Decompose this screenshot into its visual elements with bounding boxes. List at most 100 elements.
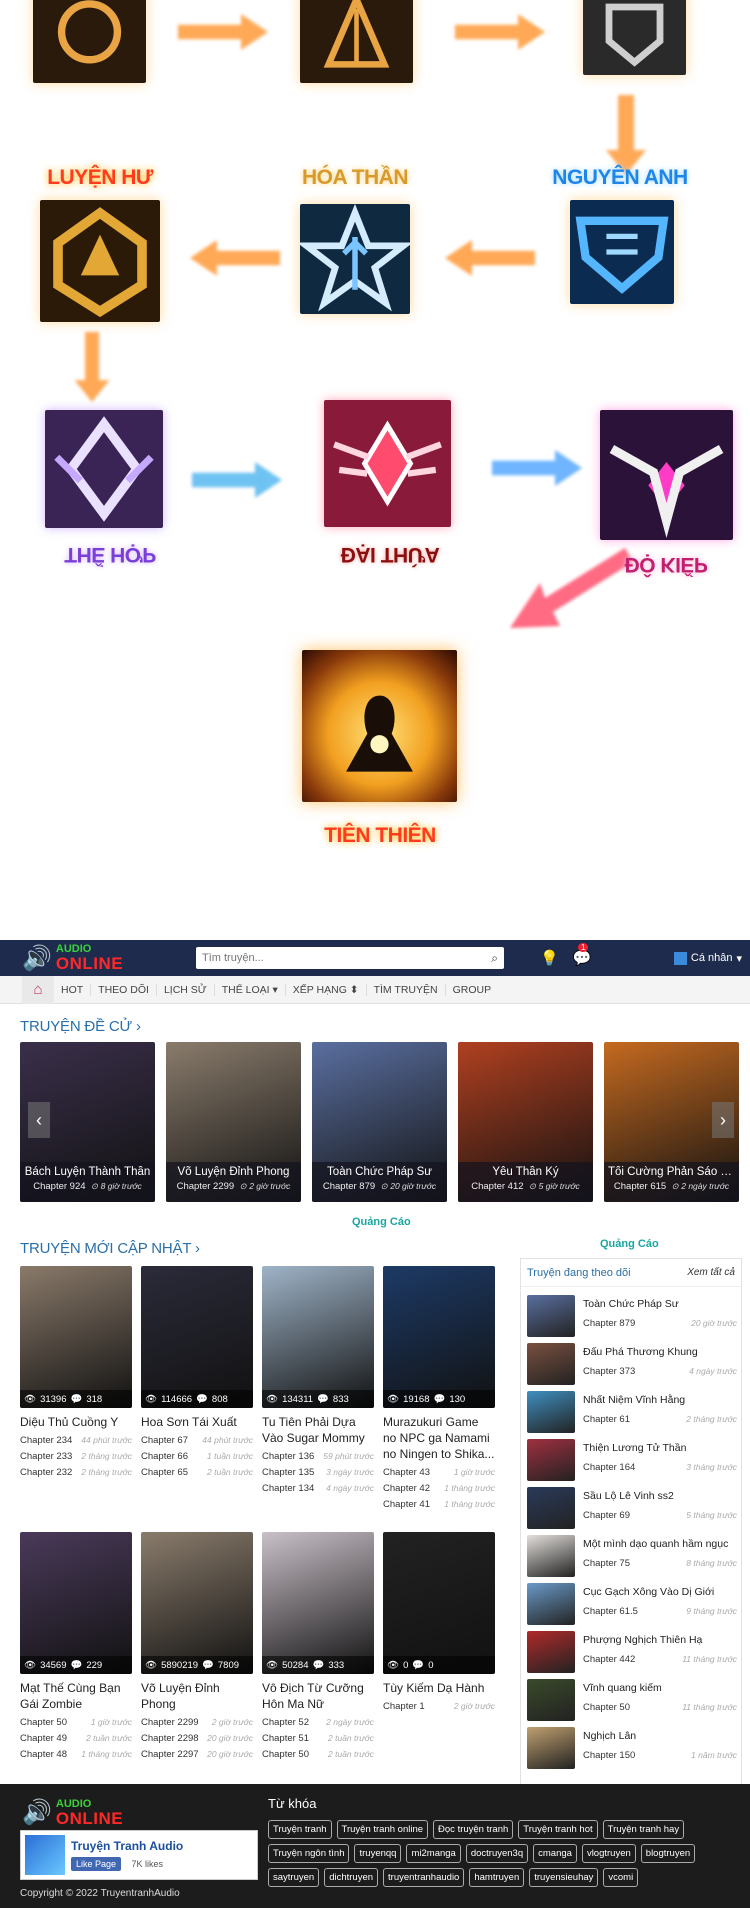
chapter-link[interactable]: Chapter 136 xyxy=(262,1451,314,1462)
keyword-tag[interactable]: Truyện ngôn tình xyxy=(268,1844,350,1863)
manga-title[interactable]: Võ Luyện Đỉnh Phong xyxy=(141,1680,253,1712)
following-item[interactable]: Nghịch Lân Chapter 150 1 năm trước xyxy=(527,1727,737,1772)
keyword-tag[interactable]: vlogtruyen xyxy=(581,1844,636,1863)
chapter-row[interactable]: Chapter 2299 2 giờ trước xyxy=(141,1717,253,1728)
lightbulb-icon[interactable]: 💡 xyxy=(540,949,559,967)
featured-title[interactable]: TRUYỆN ĐỀ CỬ › xyxy=(20,1018,141,1035)
manga-title[interactable]: Tùy Kiếm Dạ Hành xyxy=(383,1680,495,1696)
keyword-tag[interactable]: saytruyen xyxy=(268,1868,320,1887)
cover-thumbnail[interactable]: 👁 134311 💬 833 xyxy=(262,1266,374,1408)
chapter-row[interactable]: Chapter 135 3 ngày trước xyxy=(262,1467,374,1478)
chapter-link[interactable]: Chapter 164 xyxy=(583,1462,635,1473)
chapter-link[interactable]: Chapter 879 xyxy=(583,1318,635,1329)
chapter-row[interactable]: Chapter 43 1 giờ trước xyxy=(383,1467,495,1478)
keyword-tag[interactable]: Truyện tranh online xyxy=(336,1820,429,1839)
chapter-link[interactable]: Chapter 61 xyxy=(583,1414,630,1425)
cover-thumbnail[interactable]: 👁 50284 💬 333 xyxy=(262,1532,374,1674)
chapter-row[interactable]: Chapter 234 44 phút trước xyxy=(20,1435,132,1446)
cover-thumbnail[interactable] xyxy=(527,1391,575,1433)
chapter-row[interactable]: Chapter 134 4 ngày trước xyxy=(262,1483,374,1494)
chapter-link[interactable]: Chapter 75 xyxy=(583,1558,630,1569)
manga-title[interactable]: Hoa Sơn Tái Xuất xyxy=(141,1414,253,1430)
chapter-row[interactable]: Chapter 67 44 phút trước xyxy=(141,1435,253,1446)
cover-thumbnail[interactable]: 👁 5890219 💬 7809 xyxy=(141,1532,253,1674)
chapter-row[interactable]: Chapter 50 2 tuần trước xyxy=(262,1749,374,1760)
chapter-row[interactable]: Chapter 48 1 tháng trước xyxy=(20,1749,132,1760)
chapter-link[interactable]: Chapter 2298 xyxy=(141,1733,199,1744)
chapter-row[interactable]: Chapter 51 2 tuần trước xyxy=(262,1733,374,1744)
chapter-row[interactable]: Chapter 2297 20 giờ trước xyxy=(141,1749,253,1760)
facebook-page-name[interactable]: Truyện Tranh Audio xyxy=(71,1839,183,1853)
chapter-row[interactable]: Chapter 52 2 ngày trước xyxy=(262,1717,374,1728)
cover-thumbnail[interactable] xyxy=(527,1583,575,1625)
cover-thumbnail[interactable]: 👁 34569 💬 229 xyxy=(20,1532,132,1674)
following-item[interactable]: Phượng Nghịch Thiên Hạ Chapter 442 11 thá… xyxy=(527,1631,737,1676)
featured-card[interactable]: Võ Luyện Đỉnh Phong Chapter 2299 ⊙ 2 giờ … xyxy=(166,1042,301,1202)
chapter-row[interactable]: Chapter 232 2 tháng trước xyxy=(20,1467,132,1478)
keyword-tag[interactable]: vcomi xyxy=(603,1868,639,1887)
following-title-link[interactable]: Cục Gạch Xông Vào Dị Giới xyxy=(583,1586,735,1598)
keyword-tag[interactable]: Đọc truyện tranh xyxy=(433,1820,514,1839)
following-title-link[interactable]: Nhất Niệm Vĩnh Hằng xyxy=(583,1394,735,1406)
chapter-row[interactable]: Chapter 42 1 tháng trước xyxy=(383,1483,495,1494)
cover-thumbnail[interactable]: 👁 31396 💬 318 xyxy=(20,1266,132,1408)
chapter-link[interactable]: Chapter 2299 xyxy=(141,1717,199,1728)
nav-item-the-loai[interactable]: THỂ LOẠI ▾ xyxy=(215,983,286,996)
updates-title[interactable]: TRUYỆN MỚI CẬP NHẬT › xyxy=(20,1240,200,1257)
chapter-link[interactable]: Chapter 49 xyxy=(20,1733,67,1744)
featured-card[interactable]: Yêu Thần Ký Chapter 412 ⊙ 5 giờ trước xyxy=(458,1042,593,1202)
chapter-row[interactable]: Chapter 233 2 tháng trước xyxy=(20,1451,132,1462)
chapter-link[interactable]: Chapter 50 xyxy=(583,1702,630,1713)
keyword-tag[interactable]: truyentranhaudio xyxy=(383,1868,465,1887)
following-item[interactable]: Sầu Lộ Lê Vinh ss2 Chapter 69 5 tháng trư… xyxy=(527,1487,737,1532)
cover-thumbnail[interactable] xyxy=(527,1295,575,1337)
following-item[interactable]: Cục Gạch Xông Vào Dị Giới Chapter 61.5 9 … xyxy=(527,1583,737,1628)
nav-item-xep-hang[interactable]: XẾP HẠNG ⬍ xyxy=(286,983,367,996)
cover-thumbnail[interactable] xyxy=(527,1439,575,1481)
chapter-row[interactable]: Chapter 49 2 tuần trước xyxy=(20,1733,132,1744)
footer-logo[interactable]: 🔊 AUDIO ONLINE xyxy=(22,1798,162,1827)
chapter-link[interactable]: Chapter 66 xyxy=(141,1451,188,1462)
chapter-link[interactable]: Chapter 233 xyxy=(20,1451,72,1462)
following-title-link[interactable]: Một mình dạo quanh hầm ngục xyxy=(583,1538,735,1550)
following-title-link[interactable]: Thiện Lương Tử Thần xyxy=(583,1442,735,1454)
cover-thumbnail[interactable]: 👁 114666 💬 808 xyxy=(141,1266,253,1408)
following-item[interactable]: Nhất Niệm Vĩnh Hằng Chapter 61 2 tháng tr… xyxy=(527,1391,737,1436)
cover-thumbnail[interactable] xyxy=(527,1679,575,1721)
chapter-link[interactable]: Chapter 373 xyxy=(583,1366,635,1377)
chapter-link[interactable]: Chapter 51 xyxy=(262,1733,309,1744)
chapter-link[interactable]: Chapter 442 xyxy=(583,1654,635,1665)
nav-item-tim-truyen[interactable]: TÌM TRUYỆN xyxy=(367,983,446,996)
chapter-link[interactable]: Chapter 135 xyxy=(262,1467,314,1478)
chapter-row[interactable]: Chapter 136 59 phút trước xyxy=(262,1451,374,1462)
chapter-row[interactable]: Chapter 66 1 tuần trước xyxy=(141,1451,253,1462)
keyword-tag[interactable]: hamtruyen xyxy=(469,1868,525,1887)
manga-item[interactable]: 👁 34569 💬 229 Mạt Thế Cùng Bạn Gái Zombie Ch… xyxy=(20,1532,132,1760)
following-item[interactable]: Thiện Lương Tử Thần Chapter 164 3 tháng t… xyxy=(527,1439,737,1484)
manga-item[interactable]: 👁 5890219 💬 7809 Võ Luyện Đỉnh Phong Chapter… xyxy=(141,1532,253,1760)
keyword-tag[interactable]: Truyện tranh xyxy=(268,1820,332,1839)
keyword-tag[interactable]: blogtruyen xyxy=(640,1844,696,1863)
keyword-tag[interactable]: mi2manga xyxy=(406,1844,461,1863)
keyword-tag[interactable]: cmanga xyxy=(533,1844,577,1863)
following-title-link[interactable]: Nghịch Lân xyxy=(583,1730,735,1742)
chapter-link[interactable]: Chapter 50 xyxy=(20,1717,67,1728)
following-item[interactable]: Vĩnh quang kiếm Chapter 50 11 tháng trước xyxy=(527,1679,737,1724)
chapter-link[interactable]: Chapter 43 xyxy=(383,1467,430,1478)
manga-item[interactable]: 👁 0 💬 0 Tùy Kiếm Dạ Hành Chapter 12 giờ trướ… xyxy=(383,1532,495,1712)
cover-thumbnail[interactable] xyxy=(527,1535,575,1577)
following-item[interactable]: Một mình dạo quanh hầm ngục Chapter 75 8 … xyxy=(527,1535,737,1580)
chapter-link[interactable]: Chapter 150 xyxy=(583,1750,635,1761)
chapter-link[interactable]: Chapter 1 xyxy=(383,1701,425,1712)
manga-item[interactable]: 👁 134311 💬 833 Tu Tiên Phải Dựa Vào Sugar M… xyxy=(262,1266,374,1494)
chapter-link[interactable]: Chapter 41 xyxy=(383,1499,430,1510)
chapter-link[interactable]: Chapter 50 xyxy=(262,1749,309,1760)
chapter-link[interactable]: Chapter 232 xyxy=(20,1467,72,1478)
following-item[interactable]: Toàn Chức Pháp Sư Chapter 879 20 giờ trướ… xyxy=(527,1295,737,1340)
manga-title[interactable]: Mạt Thế Cùng Bạn Gái Zombie xyxy=(20,1680,132,1712)
cover-thumbnail[interactable] xyxy=(527,1727,575,1769)
following-item[interactable]: Đấu Phá Thương Khung Chapter 373 4 ngày t… xyxy=(527,1343,737,1388)
search-icon[interactable]: ⌕ xyxy=(491,951,498,966)
nav-item-hot[interactable]: HOT xyxy=(54,983,92,996)
chapter-row[interactable]: Chapter 41 1 tháng trước xyxy=(383,1499,495,1510)
